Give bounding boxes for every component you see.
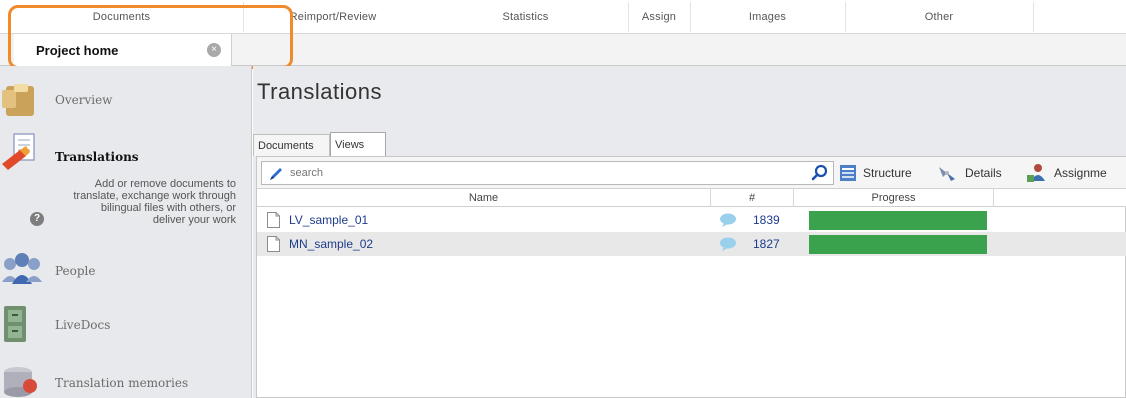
assignments-label: Assignme xyxy=(1054,166,1107,180)
progress-bar xyxy=(809,235,987,254)
structure-label: Structure xyxy=(863,166,912,180)
column-header-name[interactable]: Name xyxy=(257,189,711,207)
search-icon[interactable] xyxy=(811,164,829,182)
document-tab-strip: Project home × xyxy=(0,34,1126,66)
ribbon-tab-reimport-review[interactable]: Reimport/Review xyxy=(243,0,423,34)
page-title: Translations xyxy=(257,79,383,104)
people-icon xyxy=(2,253,42,284)
assignments-icon xyxy=(1027,164,1045,182)
close-tab-icon[interactable]: × xyxy=(207,43,221,57)
documents-panel: Structure Details Assignme N xyxy=(256,156,1126,398)
details-icon xyxy=(939,167,955,181)
comment-icon[interactable] xyxy=(719,236,737,252)
column-header-count[interactable]: # xyxy=(711,189,794,207)
search-box xyxy=(261,161,834,185)
grid-header: Name # Progress xyxy=(257,189,1126,207)
toolbar: Structure Details Assignme xyxy=(257,157,1126,189)
segment-count: 1839 xyxy=(753,213,780,227)
main-content: Translations Documents Views search Stru… xyxy=(253,66,1126,398)
help-icon[interactable]: ? xyxy=(30,212,44,226)
livedocs-icon xyxy=(4,306,26,342)
overview-icon xyxy=(2,84,34,116)
search-input[interactable] xyxy=(290,165,790,181)
ribbon-tab-bar: Documents Reimport/Review Statistics Ass… xyxy=(0,0,1126,34)
comment-icon[interactable] xyxy=(719,212,737,228)
progress-bar xyxy=(809,211,987,230)
sidebar-item-translations[interactable]: Translations xyxy=(0,128,252,176)
sidebar-item-label: Overview xyxy=(55,93,113,107)
segment-count: 1827 xyxy=(753,237,780,251)
ribbon-separator xyxy=(1033,2,1034,32)
table-row[interactable]: LV_sample_01 1839 xyxy=(257,208,1126,232)
document-icon xyxy=(267,236,280,252)
sidebar-item-translation-memories[interactable]: Translation memories xyxy=(0,360,252,398)
ribbon-tab-statistics[interactable]: Statistics xyxy=(423,0,628,34)
assignments-button[interactable]: Assignme xyxy=(1026,161,1107,185)
project-home-tab-label: Project home xyxy=(36,42,119,58)
tab-documents[interactable]: Documents xyxy=(253,134,330,156)
column-header-progress[interactable]: Progress xyxy=(794,189,994,207)
tab-views[interactable]: Views xyxy=(330,132,386,156)
details-button[interactable]: Details xyxy=(937,161,1002,185)
structure-button[interactable]: Structure xyxy=(839,161,912,185)
translation-memories-icon xyxy=(4,367,37,397)
table-row[interactable]: MN_sample_02 1827 xyxy=(257,232,1126,256)
progress-fill xyxy=(809,211,987,230)
progress-fill xyxy=(809,235,987,254)
sidebar-item-label: Translations xyxy=(55,150,139,164)
sidebar-item-label: Translation memories xyxy=(55,376,189,390)
translations-icon xyxy=(2,133,35,170)
structure-icon xyxy=(840,165,856,181)
translations-description: Add or remove documents to translate, ex… xyxy=(73,178,236,226)
sidebar-item-overview[interactable]: Overview xyxy=(0,80,252,120)
document-name: LV_sample_01 xyxy=(289,213,369,227)
ribbon-tab-assign[interactable]: Assign xyxy=(628,0,690,34)
document-name: MN_sample_02 xyxy=(289,237,374,251)
details-label: Details xyxy=(965,166,1002,180)
pen-icon xyxy=(270,168,282,180)
ribbon-tab-documents[interactable]: Documents xyxy=(0,0,243,34)
sidebar-item-label: LiveDocs xyxy=(55,318,111,332)
sidebar-item-people[interactable]: People xyxy=(0,250,252,290)
document-icon xyxy=(267,212,280,228)
sidebar: Overview Translations Add or remove docu… xyxy=(0,66,252,398)
sidebar-item-label: People xyxy=(55,264,96,278)
ribbon-tab-images[interactable]: Images xyxy=(690,0,845,34)
sidebar-item-livedocs[interactable]: LiveDocs xyxy=(0,304,252,344)
project-home-tab[interactable]: Project home × xyxy=(14,34,232,66)
ribbon-tab-other[interactable]: Other xyxy=(845,0,1033,34)
